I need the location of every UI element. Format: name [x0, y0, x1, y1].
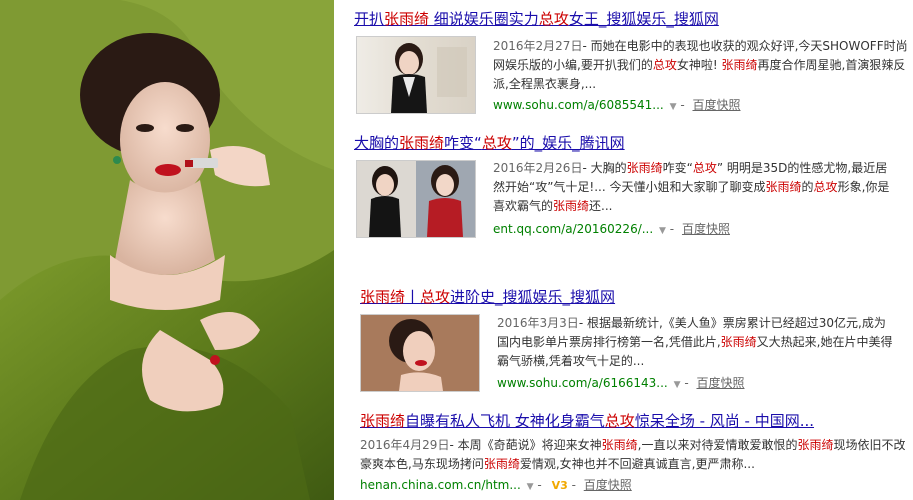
result-thumbnail[interactable] [356, 160, 476, 238]
result-abstract: 2016年2月26日- 大胸的张雨绮咋变“总攻” 明明是35D的性感尤物,最近居… [493, 161, 890, 213]
result-abstract: 2016年2月27日- 而她在电影中的表现也收获的观众好评,今天SHOWOFF时… [493, 39, 908, 91]
cache-link[interactable]: 百度快照 [682, 222, 730, 236]
result-url: henan.china.com.cn/htm... ▼ - V3 - 百度快照 [360, 478, 632, 492]
result-title-link[interactable]: 大胸的张雨绮咋变“总攻”的_娱乐_腾讯网 [354, 134, 625, 152]
chevron-down-icon[interactable]: ▼ [674, 380, 681, 390]
cache-link[interactable]: 百度快照 [696, 376, 744, 390]
chevron-down-icon[interactable]: ▼ [527, 482, 534, 492]
result-url: www.sohu.com/a/6085541... ▼ - 百度快照 [493, 98, 741, 112]
main-photo [0, 0, 334, 500]
result-url: www.sohu.com/a/6166143... ▼ - 百度快照 [497, 376, 745, 390]
chevron-down-icon[interactable]: ▼ [659, 226, 666, 236]
result-thumbnail[interactable] [356, 36, 476, 114]
result-abstract: 2016年3月3日- 根据最新统计,《美人鱼》票房累计已经超过30亿元,成为国内… [497, 316, 893, 368]
result-abstract: 2016年4月29日- 本周《奇葩说》将迎来女神张雨绮,一直以来对待爱情敢爱敢恨… [360, 438, 906, 471]
result-title-link[interactable]: 开扒张雨绮 细说娱乐圈实力总攻女王_搜狐娱乐_搜狐网 [354, 10, 719, 28]
cache-link[interactable]: 百度快照 [584, 478, 632, 492]
trust-badge: V3 [551, 479, 568, 492]
cache-link[interactable]: 百度快照 [692, 98, 740, 112]
chevron-down-icon[interactable]: ▼ [670, 102, 677, 112]
result-thumbnail[interactable] [360, 314, 480, 392]
result-title-link[interactable]: 张雨绮丨总攻进阶史_搜狐娱乐_搜狐网 [360, 288, 615, 306]
result-title-link[interactable]: 张雨绮自曝有私人飞机 女神化身霸气总攻惊呆全场 - 风尚 - 中国网... [360, 412, 814, 430]
result-url: ent.qq.com/a/20160226/... ▼ - 百度快照 [493, 222, 730, 236]
search-results: 开扒张雨绮 细说娱乐圈实力总攻女王_搜狐娱乐_搜狐网 2016年2月27日- 而… [352, 0, 913, 500]
